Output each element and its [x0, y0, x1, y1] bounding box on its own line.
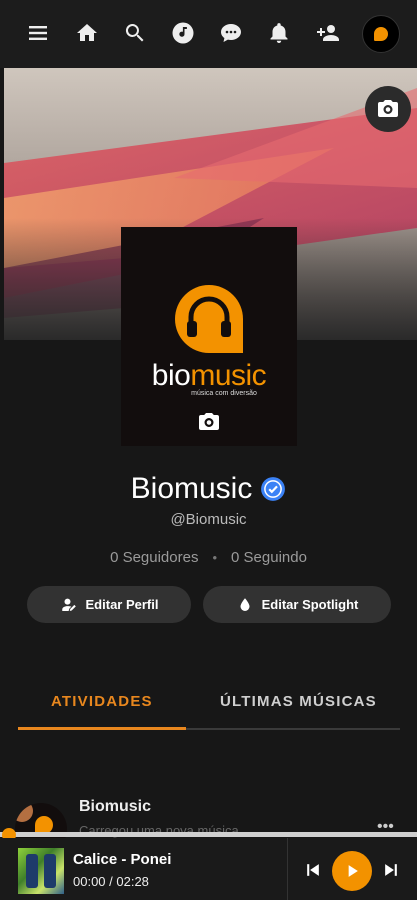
home-icon[interactable]: [72, 18, 102, 48]
activity-badge: [15, 803, 33, 822]
track-time: 00:00 / 02:28: [73, 874, 149, 889]
search-icon[interactable]: [120, 18, 150, 48]
verified-badge-icon: [260, 476, 286, 502]
play-button[interactable]: [332, 851, 372, 891]
profile-picture[interactable]: biomusic música com diversão: [121, 227, 297, 446]
tab-latest-songs[interactable]: ÚLTIMAS MÚSICAS: [220, 693, 377, 710]
edit-spotlight-label: Editar Spotlight: [261, 597, 359, 612]
drop-icon: [240, 597, 250, 611]
activity-author[interactable]: Biomusic: [79, 798, 151, 816]
camera-icon: [378, 100, 398, 117]
following-count[interactable]: 0 Seguindo: [231, 549, 307, 566]
tab-activities[interactable]: ATIVIDADES: [51, 693, 153, 710]
next-button[interactable]: [380, 859, 402, 881]
music-note-icon[interactable]: [168, 18, 198, 48]
stats-separator: •: [212, 550, 218, 565]
camera-icon: [199, 413, 219, 430]
followers-count[interactable]: 0 Seguidores: [110, 549, 198, 566]
player-divider: [287, 838, 288, 900]
edit-profile-label: Editar Perfil: [85, 597, 159, 612]
bell-icon[interactable]: [264, 18, 294, 48]
brand-tagline: música com diversão: [191, 390, 257, 397]
profile-name-row: Biomusic: [0, 472, 417, 506]
edit-spotlight-button[interactable]: Editar Spotlight: [203, 586, 391, 623]
edit-user-icon: [61, 598, 76, 611]
track-title[interactable]: Calice - Ponei: [73, 851, 171, 868]
follow-stats: 0 Seguidores • 0 Seguindo: [0, 549, 417, 566]
profile-handle: @Biomusic: [170, 511, 247, 528]
top-navbar: [0, 0, 417, 68]
skip-next-icon: [385, 864, 397, 876]
biomusic-logo-icon: [374, 27, 388, 41]
player-progress-bar[interactable]: [0, 832, 417, 837]
track-cover[interactable]: [18, 848, 64, 894]
brand-wordmark: biomusic: [151, 359, 267, 392]
edit-profile-button[interactable]: Editar Perfil: [27, 586, 191, 623]
chat-icon[interactable]: [216, 18, 246, 48]
profile-name: Biomusic: [130, 472, 253, 505]
add-user-icon[interactable]: [312, 18, 344, 48]
previous-button[interactable]: [302, 859, 324, 881]
change-photo-button[interactable]: [197, 410, 221, 434]
skip-previous-icon: [307, 864, 319, 876]
play-icon: [348, 865, 358, 877]
nav-avatar[interactable]: [362, 15, 400, 53]
headphones-logo-icon: [175, 285, 243, 353]
change-cover-button[interactable]: [365, 86, 411, 132]
music-player: Calice - Ponei 00:00 / 02:28: [0, 838, 417, 900]
active-tab-indicator: [18, 727, 186, 730]
menu-icon[interactable]: [23, 18, 53, 48]
